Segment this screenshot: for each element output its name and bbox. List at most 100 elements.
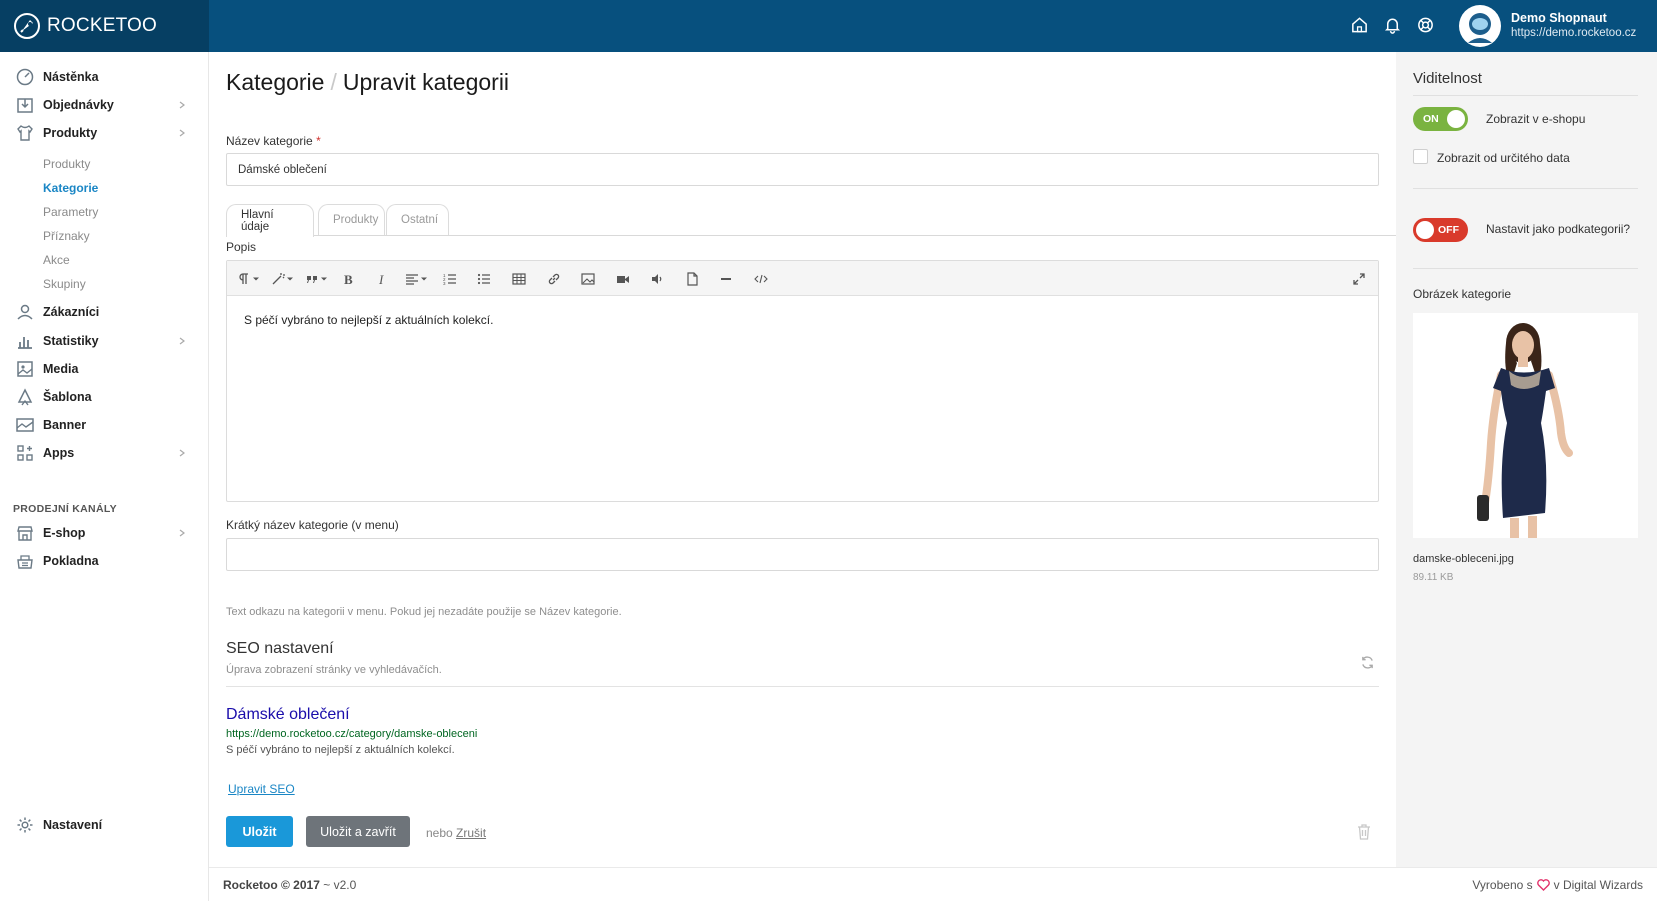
- template-icon: [17, 388, 33, 406]
- fullscreen-button[interactable]: [1352, 271, 1366, 287]
- italic-button[interactable]: I: [375, 271, 389, 287]
- sidebar-item-label: Media: [43, 362, 79, 376]
- align-button[interactable]: [405, 271, 427, 287]
- ordered-list-icon: 123: [443, 273, 456, 286]
- top-bar: ROCKETOO Demo Shopnaut https://demo.rock…: [0, 0, 1657, 52]
- refresh-icon[interactable]: [1360, 655, 1375, 670]
- seo-preview-url: https://demo.rocketoo.cz/category/damske…: [226, 728, 478, 740]
- media-icon: [17, 361, 33, 377]
- sidebar-item-products[interactable]: Produkty: [0, 119, 209, 147]
- chevron-right-icon: [179, 101, 185, 109]
- sidebar-item-pos[interactable]: Pokladna: [0, 547, 209, 575]
- seo-preview-description: S péčí vybráno to nejlepší z aktuálních …: [226, 744, 455, 756]
- tab-main-info[interactable]: Hlavní údaje: [226, 204, 314, 237]
- file-button[interactable]: [685, 271, 699, 287]
- save-and-close-button[interactable]: Uložit a zavřít: [306, 816, 410, 847]
- user-menu[interactable]: Demo Shopnaut https://demo.rocketoo.cz: [1459, 5, 1636, 47]
- short-name-help: Text odkazu na kategorii v menu. Pokud j…: [226, 606, 622, 618]
- bell-icon[interactable]: [1383, 15, 1402, 35]
- woman-dress-image: [1413, 313, 1638, 538]
- panel-divider: [1413, 188, 1638, 189]
- sidebar-item-apps[interactable]: Apps: [0, 439, 209, 467]
- caret-down-icon: [253, 277, 259, 281]
- rich-text-editor: B I 123 S péčí vybráno to nejlepší z akt…: [226, 260, 1379, 502]
- tab-other[interactable]: Ostatní: [386, 204, 449, 235]
- code-icon: [754, 274, 768, 284]
- logo[interactable]: ROCKETOO: [0, 0, 209, 52]
- or-text: nebo Zrušit: [426, 826, 487, 840]
- link-button[interactable]: [547, 271, 561, 287]
- category-name-input[interactable]: Dámské oblečení: [226, 153, 1379, 186]
- chevron-right-icon: [179, 449, 185, 457]
- show-in-eshop-toggle[interactable]: ON: [1413, 107, 1468, 131]
- quote-button[interactable]: [305, 271, 327, 287]
- ordered-list-button[interactable]: 123: [443, 271, 457, 287]
- show-from-date-label: Zobrazit od určitého data: [1437, 151, 1570, 165]
- breadcrumb-root[interactable]: Kategorie: [226, 69, 324, 95]
- panel-divider: [1413, 268, 1638, 269]
- sidebar-subitem-products[interactable]: Produkty: [43, 157, 90, 171]
- sales-channels-heading: PRODEJNÍ KANÁLY: [13, 503, 117, 515]
- video-camera-icon: [617, 276, 629, 283]
- footer-made-suffix[interactable]: v Digital Wizards: [1554, 878, 1643, 892]
- orders-icon: [17, 98, 33, 113]
- footer: Rocketoo © 2017 ~ v2.0 Vyrobeno s v Digi…: [209, 867, 1657, 901]
- paragraph-button[interactable]: [237, 271, 259, 287]
- support-icon[interactable]: [1416, 15, 1435, 35]
- quote-icon: [307, 276, 317, 283]
- sidebar-item-eshop[interactable]: E-shop: [0, 519, 209, 547]
- save-button[interactable]: Uložit: [226, 816, 293, 847]
- cancel-link[interactable]: Zrušit: [456, 826, 486, 840]
- toggle-knob: [1416, 221, 1434, 239]
- sidebar-subitem-categories[interactable]: Kategorie: [43, 181, 98, 195]
- bold-button[interactable]: B: [341, 271, 355, 287]
- sidebar-subitem-flags[interactable]: Příznaky: [43, 229, 90, 243]
- sidebar-item-orders[interactable]: Objednávky: [0, 91, 209, 119]
- footer-brand: Rocketoo © 2017: [223, 878, 320, 892]
- sidebar-subitem-groups[interactable]: Skupiny: [43, 277, 86, 291]
- edit-seo-link[interactable]: Upravit SEO: [228, 782, 295, 796]
- sidebar-item-label: Nástěnka: [43, 70, 99, 84]
- dashboard-icon: [16, 68, 34, 86]
- editor-content[interactable]: S péčí vybráno to nejlepší z aktuálních …: [227, 296, 1378, 344]
- category-image[interactable]: [1413, 313, 1638, 538]
- sidebar-subitem-parameters[interactable]: Parametry: [43, 205, 98, 219]
- sidebar-item-dashboard[interactable]: Nástěnka: [0, 63, 209, 91]
- rocket-logo-icon: [14, 13, 40, 39]
- tab-products[interactable]: Produkty: [318, 204, 385, 235]
- sidebar-item-label: Banner: [43, 418, 87, 432]
- sidebar-item-label: Objednávky: [43, 98, 114, 112]
- visibility-panel: Viditelnost ON Zobrazit v e-shopu Zobraz…: [1396, 52, 1657, 867]
- subcategory-toggle[interactable]: OFF: [1413, 218, 1468, 242]
- sidebar-subitem-sales[interactable]: Akce: [43, 253, 70, 267]
- sidebar-item-customers[interactable]: Zákazníci: [0, 298, 209, 326]
- short-name-label: Krátký název kategorie (v menu): [226, 518, 399, 532]
- image-file-name: damske-obleceni.jpg: [1413, 553, 1514, 565]
- bullet-list-button[interactable]: [477, 271, 491, 287]
- sidebar-item-settings[interactable]: Nastavení: [0, 811, 209, 839]
- breadcrumb-separator: /: [330, 69, 337, 95]
- sidebar-item-template[interactable]: Šablona: [0, 383, 209, 411]
- sidebar-item-banner[interactable]: Banner: [0, 411, 209, 439]
- image-button[interactable]: [581, 271, 595, 287]
- user-name: Demo Shopnaut: [1511, 11, 1607, 25]
- gear-icon: [17, 817, 33, 833]
- sidebar-item-statistics[interactable]: Statistiky: [0, 327, 209, 355]
- code-button[interactable]: [754, 271, 768, 287]
- category-name-label: Název kategorie *: [226, 134, 321, 148]
- home-icon[interactable]: [1350, 15, 1369, 35]
- horizontal-rule-button[interactable]: [719, 271, 733, 287]
- avatar: [1459, 5, 1501, 47]
- shirt-icon: [17, 125, 33, 141]
- trash-icon[interactable]: [1357, 823, 1371, 840]
- show-from-date-checkbox[interactable]: [1413, 149, 1428, 164]
- sidebar-item-media[interactable]: Media: [0, 355, 209, 383]
- short-name-input[interactable]: [226, 538, 1379, 571]
- table-button[interactable]: [512, 271, 526, 287]
- italic-icon: I: [378, 272, 384, 286]
- video-button[interactable]: [616, 271, 630, 287]
- magic-button[interactable]: [271, 271, 293, 287]
- table-icon: [512, 273, 526, 285]
- chevron-right-icon: [179, 337, 185, 345]
- audio-button[interactable]: [650, 271, 664, 287]
